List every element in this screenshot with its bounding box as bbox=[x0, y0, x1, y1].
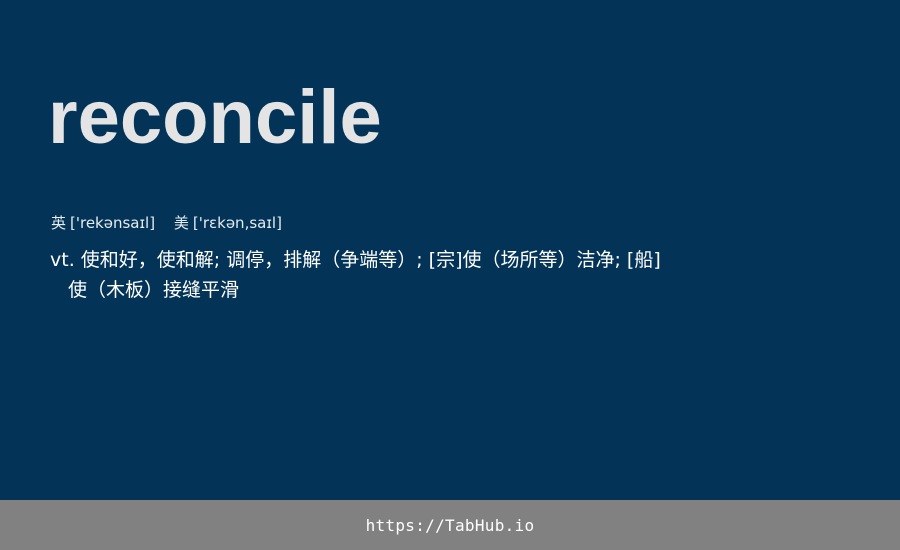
footer-bar: https://TabHub.io bbox=[0, 500, 900, 550]
phonetic-us-ipa: ['rɛkən,saɪl] bbox=[192, 214, 282, 232]
phonetics-row: 英 ['rekənsaɪl] 美 ['rɛkən,saɪl] bbox=[51, 212, 282, 234]
definition: vt. 使和好，使和解; 调停，排解（争端等）; [宗]使（场所等）洁净; [船… bbox=[50, 245, 710, 305]
definition-line-2: 使（木板）接缝平滑 bbox=[68, 279, 240, 301]
phonetic-us: 美 ['rɛkən,saɪl] bbox=[174, 212, 282, 234]
headword: reconcile bbox=[48, 75, 382, 160]
phonetic-uk-region: 英 bbox=[51, 214, 67, 232]
phonetic-us-region: 美 bbox=[173, 214, 189, 232]
phonetic-uk: 英 ['rekənsaɪl] bbox=[51, 212, 155, 234]
phonetic-uk-ipa: ['rekənsaɪl] bbox=[70, 214, 156, 232]
word-card: reconcile 英 ['rekənsaɪl] 美 ['rɛkən,saɪl] v… bbox=[0, 0, 900, 500]
tabhub-link[interactable]: https://TabHub.io bbox=[366, 516, 535, 535]
definition-line-1: vt. 使和好，使和解; 调停，排解（争端等）; [宗]使（场所等）洁净; [船… bbox=[50, 249, 661, 271]
